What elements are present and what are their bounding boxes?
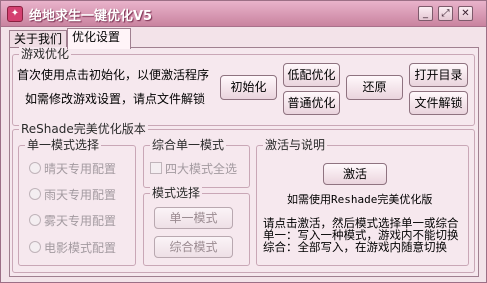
unlock-hint-text: 如需修改游戏设置，请点文件解锁 [25, 92, 206, 106]
single-mode-group: 单一模式选择 晴天专用配置 雨天专用配置 雾天专用配置 电影模式配置 [18, 138, 136, 266]
app-window: ✦ 绝地求生一键优化V5 _ ⤢ ✕ 关于我们 优化设置 游戏优化 首次使用点击… [0, 0, 487, 283]
checkbox-icon [150, 162, 162, 174]
file-unlock-button[interactable]: 文件解锁 [409, 91, 468, 115]
reshade-group: ReShade完美优化版本 单一模式选择 晴天专用配置 雨天专用配置 雾天专用配… [12, 122, 475, 273]
reshade-note-text: 如需使用Reshade完美优化版 [287, 193, 433, 206]
rainy-config-radio[interactable]: 雨天专用配置 [29, 188, 116, 202]
rainy-config-label: 雨天专用配置 [44, 188, 117, 202]
combo-mode-button[interactable]: 综合模式 [154, 236, 233, 258]
app-logo-icon: ✦ [7, 6, 23, 22]
minimize-button[interactable]: _ [418, 6, 433, 21]
restore-settings-button[interactable]: 还原 [346, 75, 403, 100]
init-button[interactable]: 初始化 [220, 75, 277, 100]
low-config-optimize-button[interactable]: 低配优化 [283, 63, 340, 87]
activate-legend: 激活与说明 [263, 138, 328, 152]
movie-config-label: 电影模式配置 [44, 241, 117, 255]
mode-select-group: 模式选择 单一模式 综合模式 [143, 186, 250, 266]
activate-desc-line3: 综合：全部写入，在游戏内随意切换 [263, 240, 447, 254]
single-mode-button[interactable]: 单一模式 [154, 207, 233, 229]
close-button[interactable]: ✕ [458, 6, 473, 21]
normal-optimize-button[interactable]: 普通优化 [283, 91, 340, 115]
select-all-modes-label: 四大模式全选 [165, 162, 238, 176]
movie-config-radio[interactable]: 电影模式配置 [29, 241, 116, 255]
open-directory-button[interactable]: 打开目录 [409, 63, 468, 87]
window-title: 绝地求生一键优化V5 [29, 9, 153, 24]
activate-button[interactable]: 激活 [323, 163, 387, 185]
radio-icon [29, 241, 41, 253]
tab-about[interactable]: 关于我们 [9, 30, 67, 48]
radio-icon [29, 162, 41, 174]
radio-icon [29, 214, 41, 226]
tab-optimize-settings[interactable]: 优化设置 [67, 28, 131, 49]
foggy-config-radio[interactable]: 雾天专用配置 [29, 214, 116, 228]
mode-select-legend: 模式选择 [150, 186, 203, 200]
game-optimize-group: 游戏优化 首次使用点击初始化，以便激活程序 如需修改游戏设置，请点文件解锁 初始… [12, 47, 475, 126]
combo-mode-legend: 综合单一模式 [150, 138, 227, 152]
select-all-modes-checkbox[interactable]: 四大模式全选 [150, 162, 237, 176]
radio-icon [29, 188, 41, 200]
title-bar[interactable]: ✦ 绝地求生一键优化V5 _ ⤢ ✕ [1, 1, 486, 27]
activate-group: 激活与说明 激活 如需使用Reshade完美优化版 请点击激活，然后模式选择单一… [256, 138, 469, 266]
reshade-legend: ReShade完美优化版本 [19, 122, 148, 136]
single-mode-legend: 单一模式选择 [25, 138, 102, 152]
foggy-config-label: 雾天专用配置 [44, 214, 117, 228]
sunny-config-radio[interactable]: 晴天专用配置 [29, 162, 116, 176]
optimize-settings-panel: 游戏优化 首次使用点击初始化，以便激活程序 如需修改游戏设置，请点文件解锁 初始… [9, 47, 479, 277]
restore-button[interactable]: ⤢ [438, 6, 453, 21]
sunny-config-label: 晴天专用配置 [44, 162, 117, 176]
combo-mode-group: 综合单一模式 四大模式全选 [143, 138, 250, 188]
game-optimize-legend: 游戏优化 [19, 47, 72, 61]
init-hint-text: 首次使用点击初始化，以便激活程序 [17, 68, 210, 82]
